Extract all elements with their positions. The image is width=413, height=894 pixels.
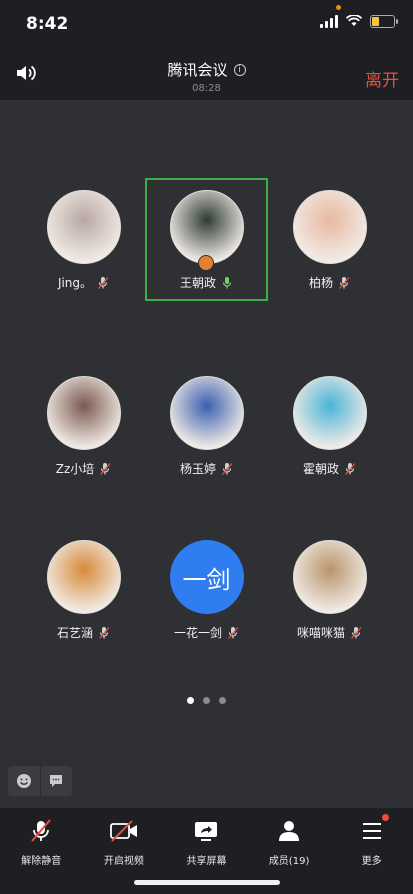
muted-mic-icon — [222, 462, 233, 475]
unmute-label: 解除静音 — [21, 856, 62, 867]
page-dot[interactable] — [203, 697, 210, 704]
participant-avatar — [292, 190, 367, 264]
avatar-initials: 一剑 — [182, 565, 231, 594]
notification-dot — [381, 814, 389, 821]
participant-name: 柏杨 — [308, 276, 333, 290]
wifi-icon — [346, 15, 362, 26]
unmute-button[interactable]: 解除静音 — [0, 808, 83, 894]
status-time: 8:42 — [26, 14, 69, 34]
share-screen-label: 共享屏幕 — [186, 856, 227, 867]
participant-avatar — [169, 190, 244, 271]
participant-name: 一花一剑 — [173, 626, 222, 640]
participant-tile[interactable]: 咪喵咪猫 — [268, 528, 391, 651]
meeting-header: 腾讯会议 i 08:28 离开 — [0, 48, 413, 100]
participant-name: Zz小培 — [55, 462, 95, 476]
participant-avatar — [292, 540, 367, 614]
participant-tile[interactable]: 王朝政 — [145, 178, 268, 301]
meeting-title[interactable]: 腾讯会议 i — [167, 59, 246, 80]
meeting-duration: 08:28 — [192, 83, 221, 94]
meeting-title-text: 腾讯会议 — [167, 61, 228, 79]
participant-avatar — [169, 376, 244, 450]
cellular-signal-icon — [320, 14, 338, 28]
more-button[interactable]: 更多 — [330, 808, 413, 894]
participant-avatar — [292, 376, 367, 450]
host-badge-icon — [197, 255, 214, 271]
more-label: 更多 — [361, 856, 382, 867]
chat-icon — [50, 775, 63, 787]
participant-tile[interactable]: 柏杨 — [268, 178, 391, 301]
info-icon[interactable]: i — [233, 63, 246, 76]
participant-avatar — [46, 540, 121, 614]
participant-avatar — [46, 190, 121, 264]
muted-mic-icon — [351, 626, 362, 639]
participant-tile[interactable]: Jing。 — [22, 178, 145, 301]
chat-button[interactable] — [39, 766, 73, 796]
participant-name: 石艺涵 — [56, 626, 93, 640]
quick-actions — [8, 766, 72, 796]
muted-mic-icon — [99, 626, 110, 639]
muted-mic-icon — [98, 276, 109, 289]
muted-mic-icon — [100, 462, 111, 475]
leave-button[interactable]: 离开 — [365, 66, 399, 91]
muted-mic-icon — [345, 462, 356, 475]
muted-mic-icon — [228, 626, 239, 639]
participant-name: Jing。 — [57, 276, 93, 290]
start-video-label: 开启视频 — [103, 856, 144, 867]
participant-tile[interactable]: 一剑一花一剑 — [145, 528, 268, 651]
members-icon — [279, 821, 300, 841]
page-indicator[interactable] — [0, 697, 413, 704]
muted-mic-icon — [31, 819, 52, 842]
page-dot[interactable] — [187, 697, 194, 704]
participant-avatar — [46, 376, 121, 450]
status-bar: 8:42 — [0, 0, 413, 48]
participant-tile[interactable]: 石艺涵 — [22, 528, 145, 651]
video-off-icon — [109, 820, 137, 842]
members-label: 成员(19) — [268, 856, 310, 867]
participant-tile[interactable]: 杨玉婷 — [145, 364, 268, 487]
participant-name: 咪喵咪猫 — [296, 626, 345, 640]
participant-avatar: 一剑 — [169, 540, 244, 614]
participant-name: 霍朝政 — [302, 462, 339, 476]
page-dot[interactable] — [219, 697, 226, 704]
participant-name: 王朝政 — [179, 276, 216, 290]
home-indicator[interactable] — [134, 880, 280, 885]
recording-indicator-dot — [336, 5, 341, 10]
emoji-icon — [16, 774, 31, 788]
participant-tile[interactable]: 霍朝政 — [268, 364, 391, 487]
status-icons — [320, 14, 398, 28]
more-menu-icon — [362, 823, 381, 839]
participant-name: 杨玉婷 — [179, 462, 216, 476]
battery-icon — [370, 14, 398, 28]
muted-mic-icon — [339, 276, 350, 289]
participant-tile[interactable]: Zz小培 — [22, 364, 145, 487]
share-screen-icon — [195, 822, 218, 841]
meeting-title-block: 腾讯会议 i 08:28 — [0, 59, 413, 94]
mic-icon — [222, 276, 232, 288]
emoji-button[interactable] — [8, 766, 40, 796]
